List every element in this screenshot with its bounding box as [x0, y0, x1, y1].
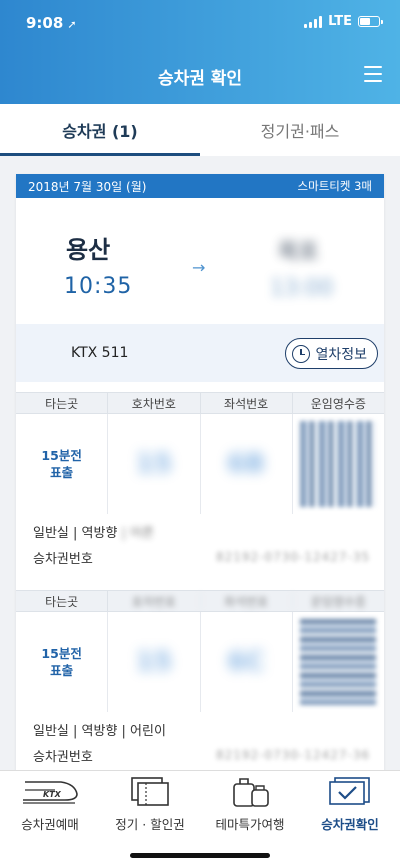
arrival-station: 목포	[278, 240, 319, 265]
col-car: 호차번호	[108, 591, 201, 611]
ktx-train-icon: KTX	[21, 774, 79, 808]
car-cell: 15	[108, 612, 201, 712]
arrival-time: 13:00	[270, 276, 334, 301]
arrow-right-icon: →	[192, 258, 206, 277]
nav-ticket-check[interactable]: 승차권확인	[300, 771, 400, 841]
nav-theme-travel[interactable]: 테마특가여행	[200, 771, 300, 841]
route-section: 용산 10:35 → 목포 13:00	[16, 198, 384, 324]
pass-ticket-icon	[128, 774, 172, 808]
menu-icon[interactable]	[364, 66, 382, 82]
ticket-tabs: 승차권 (1) 정기권·패스	[0, 104, 400, 156]
nav-ticket-booking[interactable]: KTX 승차권예매	[0, 771, 100, 841]
tab-tickets[interactable]: 승차권 (1)	[0, 104, 200, 156]
page-title: 승차권 확인	[157, 69, 243, 89]
status-time: 9:08 ➚	[26, 14, 77, 32]
seat-number: 6C	[227, 647, 265, 677]
train-info-button[interactable]: 열차정보	[285, 338, 378, 369]
location-arrow-icon: ➚	[67, 18, 77, 31]
boarding-cell: 15분전 표출	[16, 612, 109, 712]
departure-time: 10:35	[64, 274, 133, 299]
status-icons: LTE	[304, 14, 383, 29]
table-row: 15분전 표출 15 6B	[16, 414, 384, 514]
top-bar: 9:08 ➚ LTE 승차권 확인	[0, 0, 400, 104]
receipt-cell[interactable]	[293, 414, 384, 514]
departure-station: 용산	[66, 236, 111, 264]
luggage-icon	[228, 774, 272, 808]
tab-passes[interactable]: 정기권·패스	[200, 104, 400, 156]
smart-ticket-count: 스마트티켓 3매	[297, 179, 372, 193]
ticket-number-label-1: 승차권번호	[33, 552, 93, 567]
train-info-label: 열차정보	[315, 346, 367, 363]
col-receipt: 운임영수증	[310, 594, 366, 609]
ticket-card: 2018년 7월 30일 (월) 스마트티켓 3매 용산 10:35 → 목포 …	[16, 174, 384, 774]
battery-icon	[358, 16, 383, 27]
signal-icon	[304, 15, 323, 28]
train-number: KTX 511	[71, 345, 129, 361]
table-header: 타는곳 호차번호 좌석번호 운임영수증	[16, 392, 384, 414]
seat-number: 6B	[227, 449, 266, 479]
seat-table-2: 타는곳 호차번호 좌석번호 운임영수증 15분전 표출 15 6C	[16, 590, 384, 712]
boarding-cell: 15분전 표출	[16, 414, 109, 514]
bottom-nav: KTX 승차권예매 정기 · 할인권 테마특가여행 승차권확인	[0, 770, 400, 865]
seat-class-info-2: 일반실 | 역방향 | 어린이	[33, 724, 166, 739]
col-boarding: 타는곳	[16, 591, 109, 611]
seat-cell: 6B	[201, 414, 293, 514]
qr-code-icon[interactable]	[300, 421, 377, 507]
seat-table-1: 타는곳 호차번호 좌석번호 운임영수증 15분전 표출 15 6B	[16, 392, 384, 514]
ticket-number-1: 82192-0730-12427-35	[216, 550, 371, 564]
train-row: KTX 511 열차정보	[16, 324, 384, 382]
col-receipt: 운임영수증	[310, 396, 366, 411]
qr-code-icon[interactable]	[300, 619, 377, 705]
home-indicator	[130, 853, 270, 858]
svg-text:KTX: KTX	[43, 790, 62, 799]
nav-pass-discount[interactable]: 정기 · 할인권	[100, 771, 200, 841]
ticket-check-icon	[327, 774, 373, 808]
car-number: 15	[135, 449, 172, 479]
network-label: LTE	[328, 14, 352, 29]
travel-date: 2018년 7월 30일 (월)	[28, 179, 147, 194]
clock-icon	[292, 344, 311, 363]
car-number: 15	[135, 647, 172, 677]
seat-class-info-1: 일반실 | 역방향 | 어른	[33, 526, 154, 541]
seat-cell: 6C	[201, 612, 293, 712]
car-cell: 15	[108, 414, 201, 514]
table-row: 15분전 표출 15 6C	[16, 612, 384, 712]
ticket-number-label-2: 승차권번호	[33, 750, 93, 765]
col-seat: 좌석번호	[201, 393, 293, 413]
table-header: 타는곳 호차번호 좌석번호 운임영수증	[16, 590, 384, 612]
ticket-card-header: 2018년 7월 30일 (월) 스마트티켓 3매	[16, 174, 384, 198]
receipt-cell[interactable]	[293, 612, 384, 712]
col-seat: 좌석번호	[201, 591, 293, 611]
col-car: 호차번호	[108, 393, 201, 413]
ticket-number-2: 82192-0730-12427-36	[216, 748, 371, 762]
col-boarding: 타는곳	[16, 393, 109, 413]
